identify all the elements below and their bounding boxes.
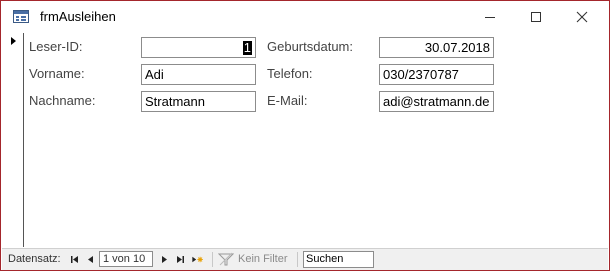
maximize-button[interactable] [513, 1, 559, 33]
window-title: frmAusleihen [40, 9, 116, 24]
filter-label[interactable]: Kein Filter [238, 253, 288, 265]
leser-id-field[interactable]: 1 [141, 37, 256, 58]
separator [212, 252, 213, 267]
form-window: frmAusleihen Leser-ID: 1 Vorname: Adi Na… [0, 0, 610, 271]
telefon-label: Telefon: [267, 66, 313, 81]
geburtsdatum-label: Geburtsdatum: [267, 39, 353, 54]
leser-id-label: Leser-ID: [29, 39, 83, 54]
record-navigation-bar: Datensatz: 1 von 10 Kein Filter Suchen [2, 248, 608, 270]
record-label: Datensatz: [8, 253, 61, 265]
geburtsdatum-field[interactable]: 30.07.2018 [379, 37, 494, 58]
search-input[interactable]: Suchen [303, 251, 374, 268]
form-detail: Leser-ID: 1 Vorname: Adi Nachname: Strat… [24, 33, 608, 247]
previous-record-icon[interactable] [84, 252, 98, 267]
close-button[interactable] [559, 1, 605, 33]
filter-icon[interactable] [218, 252, 234, 267]
record-selector[interactable] [2, 33, 24, 247]
last-record-icon[interactable] [173, 252, 187, 267]
nachname-field[interactable]: Stratmann [141, 91, 256, 112]
current-record-arrow-icon [11, 37, 16, 45]
email-field[interactable]: adi@stratmann.de [379, 91, 494, 112]
separator [297, 252, 298, 267]
vorname-label: Vorname: [29, 66, 85, 81]
minimize-button[interactable] [467, 1, 513, 33]
maximize-icon [531, 12, 541, 22]
form-icon[interactable] [13, 10, 29, 23]
telefon-field[interactable]: 030/2370787 [379, 64, 494, 85]
next-record-icon[interactable] [157, 252, 171, 267]
title-bar: frmAusleihen [1, 1, 609, 33]
first-record-icon[interactable] [68, 252, 82, 267]
email-label: E-Mail: [267, 93, 308, 108]
minimize-icon [485, 17, 495, 18]
new-record-icon[interactable] [190, 252, 204, 267]
current-record-field[interactable]: 1 von 10 [99, 251, 153, 267]
vorname-field[interactable]: Adi [141, 64, 256, 85]
nachname-label: Nachname: [29, 93, 96, 108]
close-icon [576, 11, 588, 23]
